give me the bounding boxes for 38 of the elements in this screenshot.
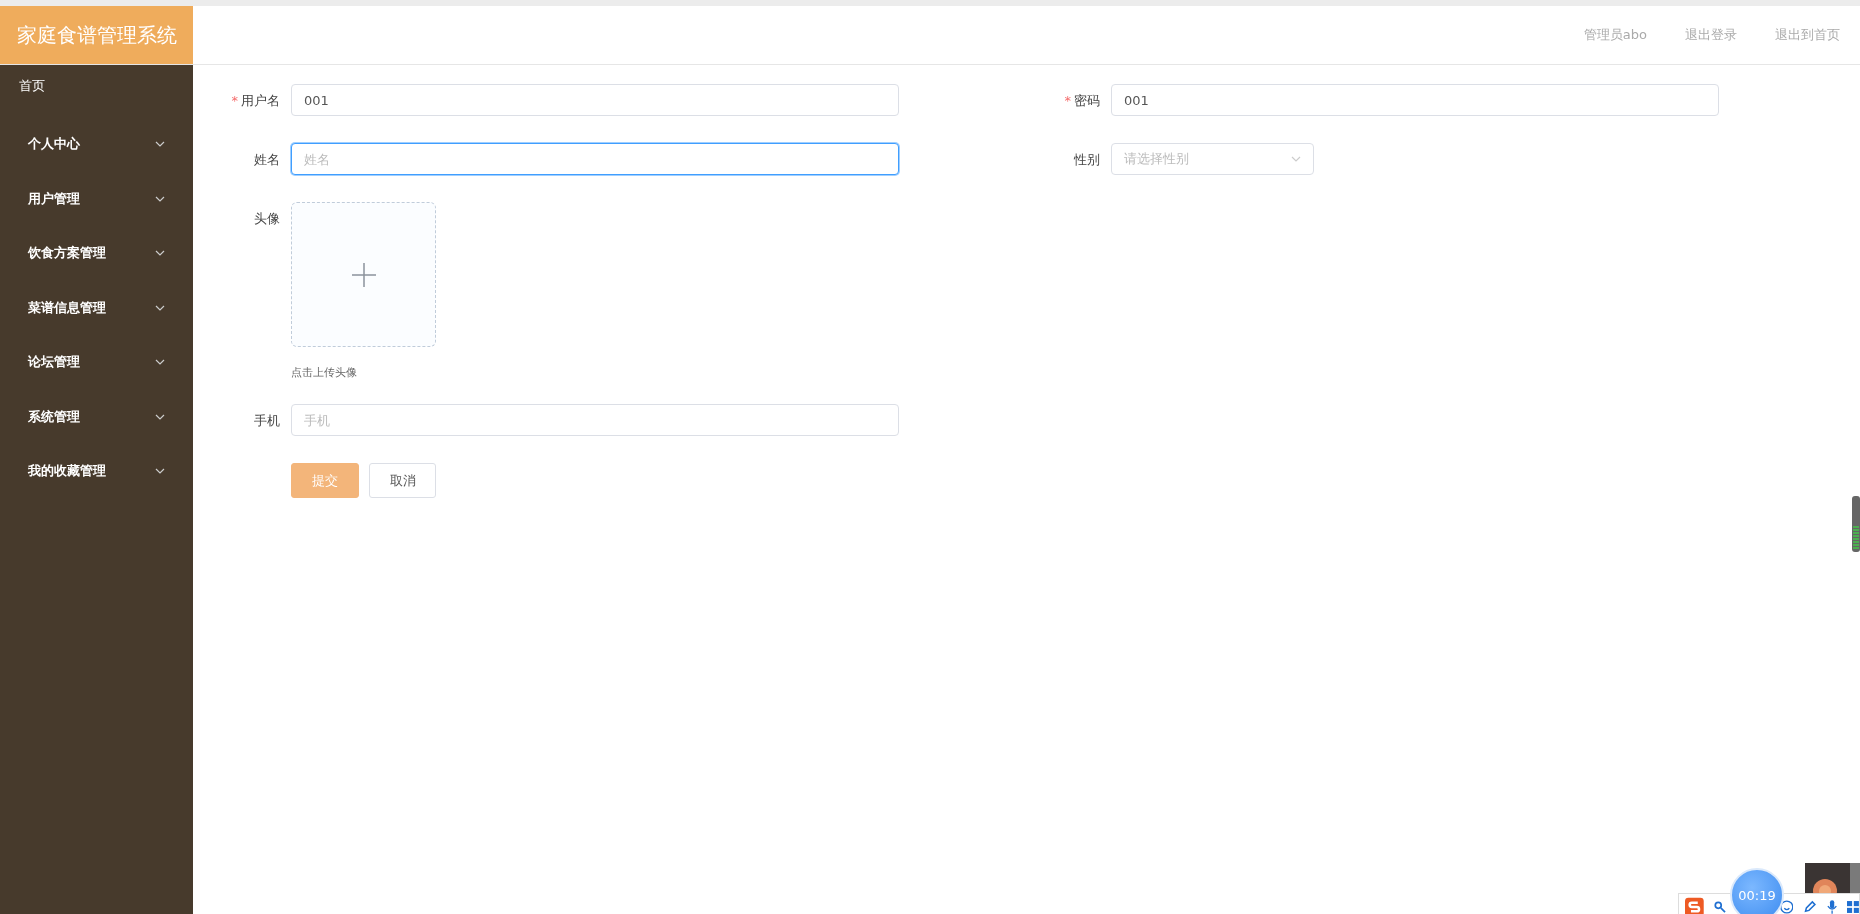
sidebar-item[interactable]: 论坛管理 (0, 335, 193, 390)
app-title: 家庭食谱管理系统 (0, 6, 193, 64)
sidebar-item[interactable]: 饮食方案管理 (0, 226, 193, 281)
field-label: 性别 (1074, 152, 1100, 167)
sidebar-item[interactable]: 系统管理 (0, 389, 193, 444)
timer-badge: 00:19 (1730, 868, 1784, 914)
chevron-icon (155, 304, 165, 311)
required-mark: * (231, 93, 238, 108)
chevron-icon (155, 413, 165, 420)
required-mark: * (1064, 93, 1071, 108)
field-label: 用户名 (241, 93, 280, 108)
text-field[interactable]: 姓名 (291, 143, 899, 175)
chevron-icon (155, 250, 165, 257)
pen-icon[interactable] (1803, 898, 1817, 914)
chevron-icon (1291, 156, 1301, 162)
chevron-icon (155, 141, 165, 148)
chevron-icon (155, 195, 165, 202)
field-label: 头像 (254, 211, 280, 226)
level-gauge-icon (1852, 496, 1860, 552)
sidebar-item[interactable]: 菜谱信息管理 (0, 280, 193, 335)
text-field[interactable]: 001 (291, 84, 899, 116)
grid-icon[interactable] (1847, 899, 1859, 914)
chevron-icon (155, 468, 165, 475)
sidebar-item[interactable]: 个人中心 (0, 117, 193, 172)
upload-hint: 点击上传头像 (291, 365, 358, 380)
ime-logo-icon[interactable] (1685, 895, 1704, 914)
field-label: 密码 (1074, 93, 1100, 108)
sidebar-item[interactable]: 我的收藏管理 (0, 444, 193, 499)
chevron-icon (155, 359, 165, 366)
cancel-button[interactable]: 取消 (369, 463, 436, 498)
emoji-icon[interactable] (1779, 898, 1794, 914)
field-label: 姓名 (254, 152, 280, 167)
microphone-icon[interactable] (1826, 898, 1838, 914)
field-label: 手机 (254, 413, 280, 428)
home-menu-item[interactable]: 首页 (0, 65, 193, 117)
sidebar-item[interactable]: 用户管理 (0, 171, 193, 226)
plus-icon (351, 262, 376, 287)
text-field[interactable]: 001 (1111, 84, 1719, 116)
